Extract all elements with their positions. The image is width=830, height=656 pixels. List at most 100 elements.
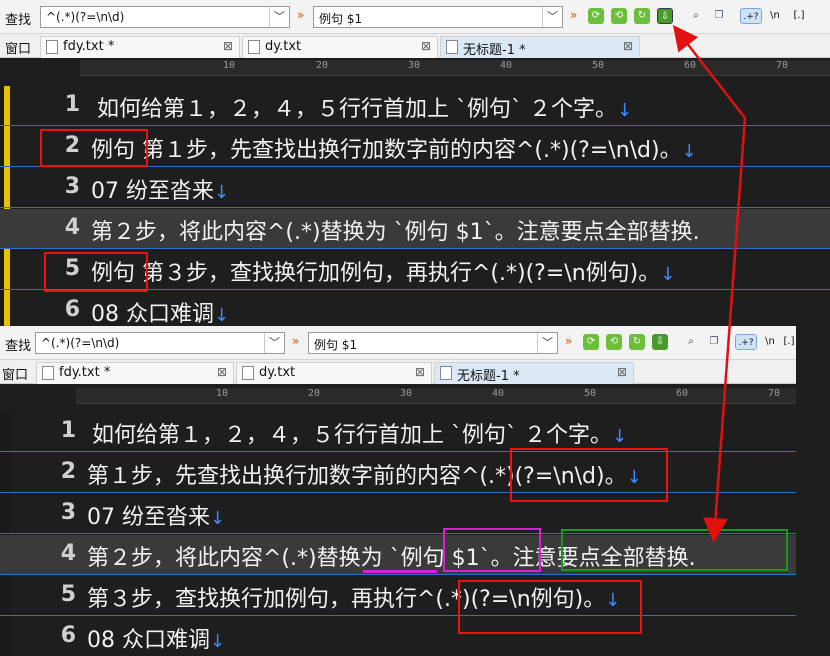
copy-icon[interactable]: ❐ xyxy=(711,8,727,24)
eol-marker-icon: ↓ xyxy=(612,426,628,447)
replace-icon[interactable]: ↻ xyxy=(634,8,650,24)
chevron-icon[interactable]: » xyxy=(565,334,572,348)
tab-dy[interactable]: dy.txt ⊠ xyxy=(236,362,432,384)
editor-line[interactable]: 2 第１步，先查找出换行加数字前的内容^(.*)(?=\n\d)。↓ xyxy=(0,453,796,493)
ruler-label: 60 xyxy=(684,60,697,71)
copy-icon[interactable]: ❐ xyxy=(706,334,722,350)
line-number: 5 xyxy=(60,582,76,607)
ruler-label: 20 xyxy=(316,60,329,71)
line-number: 6 xyxy=(60,623,76,648)
find-next-icon[interactable]: ⟳ xyxy=(588,8,604,24)
line-number: 3 xyxy=(64,174,80,199)
line-text: 如何给第１，２，４，５行行首加上 `例句` ２个字。 xyxy=(97,97,617,122)
ruler-label: 30 xyxy=(400,388,413,399)
line-text: 第２步，将此内容^(.*)替换为 `例句 $1`。注意要点全部替换. xyxy=(91,220,700,245)
line-text: 07 纷至沓来 xyxy=(87,505,210,530)
close-icon[interactable]: ⊠ xyxy=(415,365,425,379)
chevron-icon[interactable]: » xyxy=(292,334,299,348)
eol-marker-icon: ↓ xyxy=(214,182,230,203)
editor-line[interactable]: 1 如何给第１，２，４，５行行首加上 `例句` ２个字。↓ xyxy=(0,86,830,126)
newline-toggle[interactable]: \n xyxy=(766,8,784,24)
tab-label: dy.txt xyxy=(259,365,296,380)
line-text: 如何给第１，２，４，５行行首加上 `例句` ２个字。 xyxy=(92,423,612,448)
find-dropdown-icon[interactable]: ﹀ xyxy=(269,7,289,27)
tab-label: dy.txt xyxy=(265,39,302,54)
close-icon[interactable]: ⊠ xyxy=(421,39,431,53)
chevron-icon[interactable]: » xyxy=(297,8,304,22)
replace-input[interactable]: 例句 $1 ﹀ xyxy=(308,332,558,354)
file-icon xyxy=(446,40,458,54)
editor-text-area[interactable]: 1 如何给第１，２，４，５行行首加上 `例句` ２个字。↓ 2 例句 第１步，先查找… xyxy=(0,86,830,330)
close-icon[interactable]: ⊠ xyxy=(223,39,233,53)
find-replace-toolbar: 查找 ^(.*)(?=\n\d) ﹀ » 例句 $1 ﹀ » ⟳ ⟲ ↻ ⇩ ⌕… xyxy=(0,326,796,360)
editor-line[interactable]: 1 如何给第１，２，４，５行行首加上 `例句` ２个字。↓ xyxy=(0,412,796,452)
replace-input[interactable]: 例句 $1 ﹀ xyxy=(313,6,563,28)
editor-line[interactable]: 6 08 众口难调↓ xyxy=(0,617,796,656)
find-prev-icon[interactable]: ⟲ xyxy=(606,334,622,350)
editor-line[interactable]: 6 08 众口难调↓ xyxy=(0,291,830,330)
replace-input-value: 例句 $1 xyxy=(314,338,358,352)
editor-line[interactable]: 5 第３步，查找换行加例句，再执行^(.*)(?=\n例句)。↓ xyxy=(0,576,796,616)
top-editor-pane: 查找 ^(.*)(?=\n\d) ﹀ » 例句 $1 ﹀ » ⟳ ⟲ ↻ ⇩ ⌕… xyxy=(0,0,830,330)
tab-label: 无标题-1 * xyxy=(457,369,520,384)
ruler-label: 40 xyxy=(500,60,513,71)
line-number: 4 xyxy=(60,541,76,566)
editor-line[interactable]: 3 07 纷至沓来↓ xyxy=(0,494,796,534)
tab-fdy[interactable]: fdy.txt * ⊠ xyxy=(36,362,234,384)
regex-toggle[interactable]: .+? xyxy=(740,8,762,24)
magnifier-icon[interactable]: ⌕ xyxy=(688,8,704,24)
tab-fdy[interactable]: fdy.txt * ⊠ xyxy=(40,36,240,58)
tab-untitled[interactable]: 无标题-1 * ⊠ xyxy=(434,362,634,384)
ruler-label: 50 xyxy=(592,60,605,71)
highlight-box-regex-line2 xyxy=(510,448,668,502)
eol-marker-icon: ↓ xyxy=(617,100,633,121)
find-prev-icon[interactable]: ⟲ xyxy=(611,8,627,24)
eol-marker-icon: ↓ xyxy=(660,264,676,285)
line-number: 3 xyxy=(60,500,76,525)
tab-bar: 窗口 fdy.txt * ⊠ dy.txt ⊠ 无标题-1 * ⊠ xyxy=(0,34,830,58)
find-next-icon[interactable]: ⟳ xyxy=(583,334,599,350)
tab-label: fdy.txt * xyxy=(63,39,115,54)
line-number: 6 xyxy=(64,297,80,322)
file-icon xyxy=(242,366,254,380)
magnifier-icon[interactable]: ⌕ xyxy=(683,334,699,350)
regex-toggle[interactable]: .+? xyxy=(735,334,757,350)
line-number: 2 xyxy=(60,459,76,484)
chevron-icon[interactable]: » xyxy=(570,8,577,22)
replace-all-icon[interactable]: ⇩ xyxy=(657,8,673,24)
editor-line-current[interactable]: 4 第２步，将此内容^(.*)替换为 `例句 $1`。注意要点全部替换. xyxy=(0,209,830,249)
replace-icon[interactable]: ↻ xyxy=(629,334,645,350)
find-dropdown-icon[interactable]: ﹀ xyxy=(264,333,284,353)
bracket-toggle[interactable]: [.] xyxy=(788,8,810,24)
ruler-label: 40 xyxy=(492,388,505,399)
find-replace-toolbar: 查找 ^(.*)(?=\n\d) ﹀ » 例句 $1 ﹀ » ⟳ ⟲ ↻ ⇩ ⌕… xyxy=(0,0,830,34)
close-icon[interactable]: ⊠ xyxy=(623,39,633,53)
find-input[interactable]: ^(.*)(?=\n\d) ﹀ xyxy=(40,6,290,28)
close-icon[interactable]: ⊠ xyxy=(217,365,227,379)
file-icon xyxy=(440,366,452,380)
newline-toggle[interactable]: \n xyxy=(761,334,779,350)
tab-untitled[interactable]: 无标题-1 * ⊠ xyxy=(440,36,640,58)
line-number: 1 xyxy=(64,92,80,117)
window-label: 窗口 xyxy=(5,42,32,57)
underline-replace-word xyxy=(363,570,437,573)
editor-line[interactable]: 3 07 纷至沓来↓ xyxy=(0,168,830,208)
ruler-label: 60 xyxy=(676,388,689,399)
eol-marker-icon: ↓ xyxy=(210,631,226,652)
line-text: 例句 第１步，先查找出换行加数字前的内容^(.*)(?=\n\d)。 xyxy=(91,138,682,163)
ruler-label: 70 xyxy=(776,60,789,71)
window-label: 窗口 xyxy=(2,368,29,383)
find-label: 查找 xyxy=(5,13,32,28)
tab-dy[interactable]: dy.txt ⊠ xyxy=(242,36,438,58)
find-input[interactable]: ^(.*)(?=\n\d) ﹀ xyxy=(35,332,285,354)
replace-all-icon[interactable]: ⇩ xyxy=(652,334,668,350)
line-number: 4 xyxy=(64,215,80,240)
file-icon xyxy=(248,40,260,54)
replace-dropdown-icon[interactable]: ﹀ xyxy=(542,7,562,27)
line-text: 07 纷至沓来 xyxy=(91,179,214,204)
replace-dropdown-icon[interactable]: ﹀ xyxy=(537,333,557,353)
bracket-toggle[interactable]: [.] xyxy=(782,334,796,350)
line-text: 例句 第３步，查找换行加例句，再执行^(.*)(?=\n例句)。 xyxy=(91,261,661,286)
find-label: 查找 xyxy=(5,339,32,354)
close-icon[interactable]: ⊠ xyxy=(617,365,627,379)
